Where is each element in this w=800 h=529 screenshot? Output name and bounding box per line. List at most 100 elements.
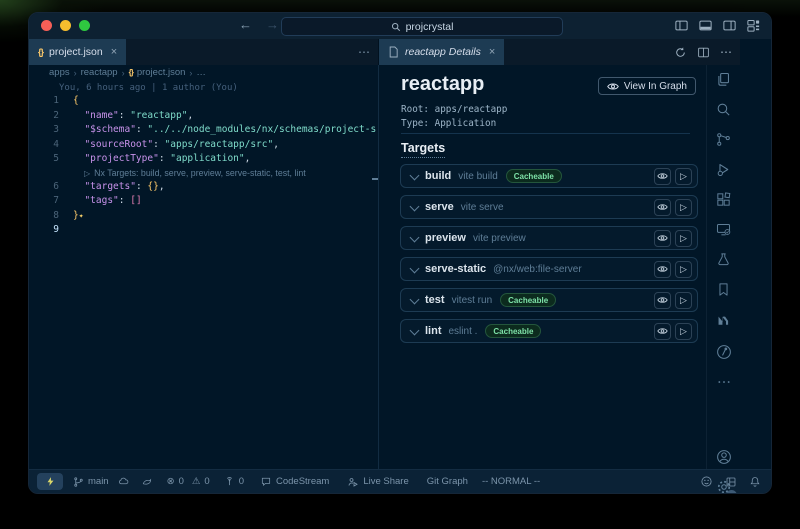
target-row-preview[interactable]: previewvite preview▷ xyxy=(400,226,698,250)
target-actions: ▷ xyxy=(654,292,692,309)
history-forward-icon[interactable]: → xyxy=(266,17,279,32)
git-graph-icon[interactable] xyxy=(707,340,740,364)
target-row-lint[interactable]: linteslint .Cacheable▷ xyxy=(400,319,698,343)
live-share-label: Live Share xyxy=(363,476,408,487)
close-tab-icon[interactable]: × xyxy=(111,46,117,58)
git-blame-annotation[interactable]: You, 6 hours ago | 1 author (You) xyxy=(59,83,378,93)
testing-flask-icon[interactable] xyxy=(707,247,740,271)
target-row-serve[interactable]: servevite serve▷ xyxy=(400,195,698,219)
codestream-item[interactable]: CodeStream xyxy=(260,476,329,487)
target-row-build[interactable]: buildvite buildCacheable▷ xyxy=(400,164,698,188)
code-token xyxy=(73,195,84,206)
code-line-1[interactable]: 1{ xyxy=(29,94,378,109)
code-line-6[interactable]: 6 "targets": {}, xyxy=(29,180,378,195)
view-in-graph-button[interactable]: View In Graph xyxy=(598,77,696,95)
refresh-icon[interactable] xyxy=(674,46,687,59)
zoom-window-button[interactable] xyxy=(79,20,90,31)
run-target-button[interactable]: ▷ xyxy=(675,323,692,340)
account-icon[interactable] xyxy=(707,445,740,469)
code-line-2[interactable]: 2 "name": "reactapp", xyxy=(29,109,378,124)
extensions-icon[interactable] xyxy=(707,187,740,211)
breadcrumb-item[interactable]: apps xyxy=(49,67,70,78)
git-graph-item[interactable]: Git Graph xyxy=(427,476,468,487)
command-center-search[interactable]: projcrystal xyxy=(281,17,563,36)
code-line-3[interactable]: 3 "$schema": "../../node_modules/nx/sche… xyxy=(29,123,378,138)
line-number: 1 xyxy=(29,94,59,109)
chevron-down-icon[interactable] xyxy=(410,170,420,180)
view-target-button[interactable] xyxy=(654,168,671,185)
code-line-8[interactable]: 8}✦ xyxy=(29,209,378,224)
remote-explorer-icon[interactable] xyxy=(707,217,740,241)
run-target-button[interactable]: ▷ xyxy=(675,168,692,185)
target-name: test xyxy=(425,294,445,306)
project-title: reactapp xyxy=(401,73,484,96)
bird-icon[interactable] xyxy=(141,476,153,487)
minimize-window-button[interactable] xyxy=(60,20,71,31)
run-target-button[interactable]: ▷ xyxy=(675,230,692,247)
chevron-down-icon[interactable] xyxy=(410,232,420,242)
view-target-button[interactable] xyxy=(654,292,671,309)
chevron-down-icon[interactable] xyxy=(410,325,420,335)
close-tab-icon[interactable]: × xyxy=(489,46,495,58)
view-target-button[interactable] xyxy=(654,261,671,278)
source-control-icon[interactable] xyxy=(707,127,740,151)
bell-icon[interactable] xyxy=(749,475,761,488)
problems-item[interactable]: ⊗ 0 ⚠ 0 xyxy=(167,476,210,487)
more-views-icon[interactable] xyxy=(707,370,740,394)
vim-mode-indicator[interactable]: -- NORMAL -- xyxy=(482,476,540,487)
view-target-button[interactable] xyxy=(654,323,671,340)
nx-targets-codelens[interactable]: ▷Nx Targets: build, serve, preview, serv… xyxy=(29,167,378,180)
chevron-down-icon[interactable] xyxy=(410,263,420,273)
tab-reactapp-details[interactable]: reactapp Details × xyxy=(379,39,504,65)
split-editor-icon[interactable] xyxy=(697,46,710,59)
target-actions: ▷ xyxy=(654,230,692,247)
scrollbar-handle[interactable] xyxy=(372,178,379,180)
customize-layout-icon[interactable] xyxy=(746,18,761,33)
root-value: apps/reactapp xyxy=(435,104,508,115)
code-token: : xyxy=(136,124,147,135)
code-line-4[interactable]: 4 "sourceRoot": "apps/reactapp/src", xyxy=(29,138,378,153)
close-window-button[interactable] xyxy=(41,20,52,31)
code-editor[interactable]: 1{2 "name": "reactapp",3 "$schema": "../… xyxy=(29,94,378,238)
run-target-button[interactable]: ▷ xyxy=(675,292,692,309)
code-text: "name": "reactapp", xyxy=(59,109,193,124)
view-target-button[interactable] xyxy=(654,230,671,247)
desktop-background: ← → projcrystal xyxy=(0,0,800,529)
history-back-icon[interactable]: ← xyxy=(239,17,252,32)
bookmarks-icon[interactable] xyxy=(707,277,740,301)
breadcrumb-item[interactable]: reactapp xyxy=(81,67,118,78)
run-target-button[interactable]: ▷ xyxy=(675,261,692,278)
run-debug-icon[interactable] xyxy=(707,157,740,181)
explorer-icon[interactable] xyxy=(707,67,740,91)
code-line-7[interactable]: 7 "tags": [] xyxy=(29,194,378,209)
chevron-down-icon[interactable] xyxy=(410,201,420,211)
target-row-test[interactable]: testvitest runCacheable▷ xyxy=(400,288,698,312)
toggle-sidebar-icon[interactable] xyxy=(674,18,689,33)
live-share-item[interactable]: Live Share xyxy=(347,476,408,488)
more-actions-icon[interactable]: ⋯ xyxy=(720,45,732,59)
ports-item[interactable]: 0 xyxy=(224,476,244,487)
code-line-5[interactable]: 5 "projectType": "application", xyxy=(29,152,378,167)
run-target-button[interactable]: ▷ xyxy=(675,199,692,216)
git-branch-item[interactable]: main xyxy=(73,476,109,488)
vscode-window: ← → projcrystal xyxy=(28,12,772,494)
code-line-9[interactable]: 9 xyxy=(29,223,378,238)
breadcrumb-item[interactable]: … xyxy=(196,67,206,78)
cloud-sync-icon[interactable] xyxy=(117,476,130,487)
breadcrumb-item[interactable]: project.json xyxy=(137,67,186,78)
toggle-panel-icon[interactable] xyxy=(698,18,713,33)
chevron-down-icon[interactable] xyxy=(410,294,420,304)
code-text: }✦ xyxy=(59,209,84,224)
nx-console-icon[interactable] xyxy=(707,308,740,332)
toggle-secondary-sidebar-icon[interactable] xyxy=(722,18,737,33)
settings-gear-icon[interactable]: 1 xyxy=(707,475,740,494)
tab-project-json[interactable]: {} project.json × xyxy=(29,39,126,65)
code-token: : xyxy=(119,110,130,121)
editor-actions-more-icon[interactable]: ⋯ xyxy=(358,39,370,65)
search-icon[interactable] xyxy=(707,97,740,121)
chevron-right-icon: › xyxy=(122,68,125,78)
view-target-button[interactable] xyxy=(654,199,671,216)
warning-count: 0 xyxy=(204,476,209,487)
target-row-serve-static[interactable]: serve-static@nx/web:file-server▷ xyxy=(400,257,698,281)
remote-indicator[interactable] xyxy=(37,473,63,490)
